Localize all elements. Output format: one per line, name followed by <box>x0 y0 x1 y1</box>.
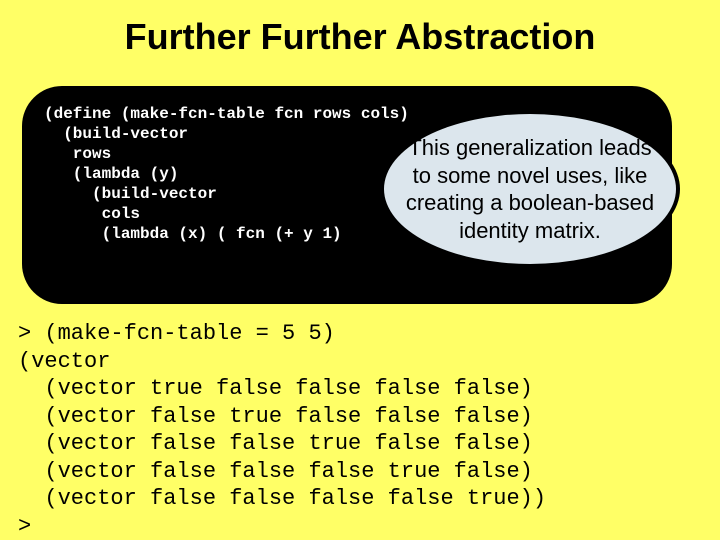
output-line: (vector false false false false true)) <box>18 486 546 511</box>
slide: Further Further Abstraction (define (mak… <box>0 0 720 540</box>
output-line: (vector false false true false false) <box>18 431 533 456</box>
output-text: > (make-fcn-table = 5 5) (vector (vector… <box>18 320 718 540</box>
code-line: (define (make-fcn-table fcn rows cols) <box>44 105 409 123</box>
callout-bubble: This generalization leads to some novel … <box>380 110 680 268</box>
output-line: > (make-fcn-table = 5 5) <box>18 321 335 346</box>
code-line: (lambda (y) <box>44 165 178 183</box>
output-line: (vector false true false false false) <box>18 404 533 429</box>
code-line: (build-vector <box>44 185 217 203</box>
code-line: (lambda (x) ( fcn (+ y 1) <box>44 225 342 243</box>
repl-output-block: > (make-fcn-table = 5 5) (vector (vector… <box>18 320 718 540</box>
output-line: (vector false false false true false) <box>18 459 533 484</box>
output-line: > <box>18 514 31 539</box>
code-line: (build-vector <box>44 125 188 143</box>
code-line: cols <box>44 205 140 223</box>
output-line: (vector <box>18 349 110 374</box>
callout-text: This generalization leads to some novel … <box>406 135 654 243</box>
output-line: (vector true false false false false) <box>18 376 533 401</box>
code-line: rows <box>44 145 111 163</box>
slide-title: Further Further Abstraction <box>0 0 720 58</box>
